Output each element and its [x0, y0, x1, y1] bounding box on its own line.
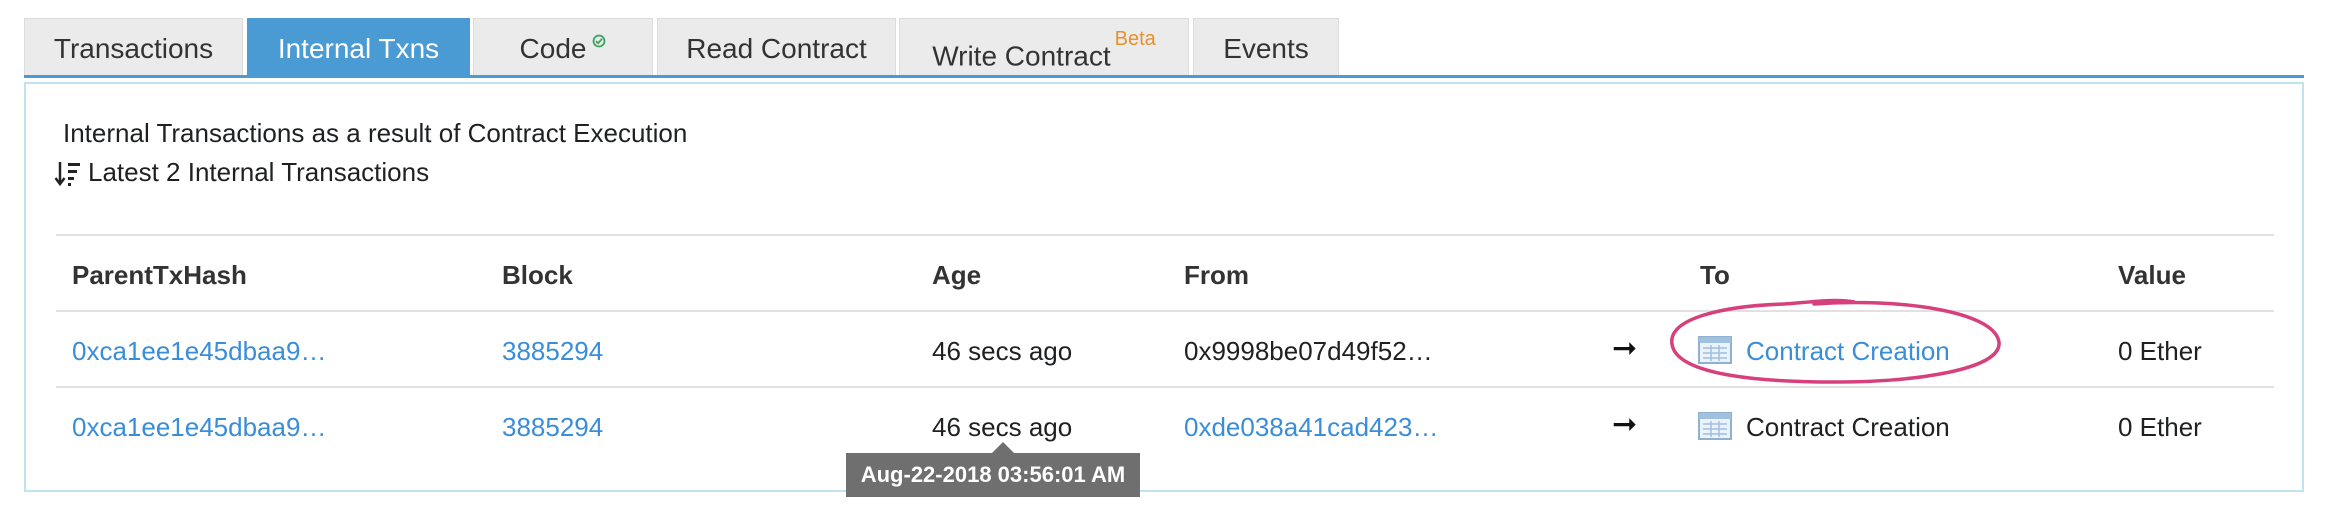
tab-write-contract[interactable]: Write ContractBeta: [899, 18, 1189, 75]
to-contract-creation-text: Contract Creation: [1746, 412, 1950, 442]
contract-creation-icon: [1698, 412, 1732, 440]
tab-label: Transactions: [53, 33, 214, 64]
check-circle-icon: [593, 34, 606, 48]
column-header-from: From: [1184, 260, 1249, 290]
beta-badge: Beta: [1114, 28, 1156, 50]
tab-label: Code: [519, 33, 587, 64]
column-header-age: Age: [932, 260, 982, 290]
latest-label: Latest 2 Internal Transactions: [88, 157, 430, 187]
sort-descending-icon: [54, 161, 80, 186]
panel-description: Internal Transactions as a result of Con…: [63, 118, 688, 148]
tab-code[interactable]: Code: [473, 18, 653, 75]
age-value[interactable]: 46 secs ago: [932, 412, 1072, 443]
table-top-divider: [56, 234, 2274, 236]
tab-bar: Transactions Internal Txns Code Read Con…: [24, 18, 2304, 78]
tab-label: Read Contract: [686, 33, 867, 64]
tab-read-contract[interactable]: Read Contract: [657, 18, 896, 75]
age-timestamp-tooltip: Aug-22-2018 03:56:01 AM: [846, 453, 1140, 497]
parent-tx-hash-link[interactable]: 0xca1ee1e45dbaa9…: [72, 412, 326, 443]
from-address-link[interactable]: 0xde038a41cad423…: [1184, 412, 1438, 443]
tab-label: Events: [1223, 33, 1309, 64]
column-header-parent-tx-hash: ParentTxHash: [72, 260, 247, 290]
arrow-right-icon: ➞: [1612, 408, 1638, 441]
parent-tx-hash-link[interactable]: 0xca1ee1e45dbaa9…: [72, 336, 326, 367]
tab-events[interactable]: Events: [1193, 18, 1339, 75]
age-value: 46 secs ago: [932, 336, 1073, 366]
arrow-right-icon: ➞: [1612, 332, 1638, 365]
value-amount: 0 Ether: [2118, 336, 2202, 366]
tab-label: Internal Txns: [277, 33, 440, 64]
tooltip-caret: [992, 442, 1014, 453]
tab-label: Write Contract: [932, 40, 1111, 72]
latest-count: Latest 2 Internal Transactions: [54, 157, 429, 188]
column-header-to: To: [1700, 260, 1730, 290]
tab-transactions[interactable]: Transactions: [24, 18, 243, 75]
column-header-value: Value: [2118, 260, 2186, 290]
highlight-annotation-oval: [1670, 298, 2001, 384]
column-header-block: Block: [502, 260, 573, 290]
block-link[interactable]: 3885294: [502, 412, 603, 443]
value-amount: 0 Ether: [2118, 412, 2202, 442]
tab-internal-txns[interactable]: Internal Txns: [247, 18, 470, 78]
from-address: 0x9998be07d49f52…: [1184, 336, 1433, 366]
block-link[interactable]: 3885294: [502, 336, 603, 367]
